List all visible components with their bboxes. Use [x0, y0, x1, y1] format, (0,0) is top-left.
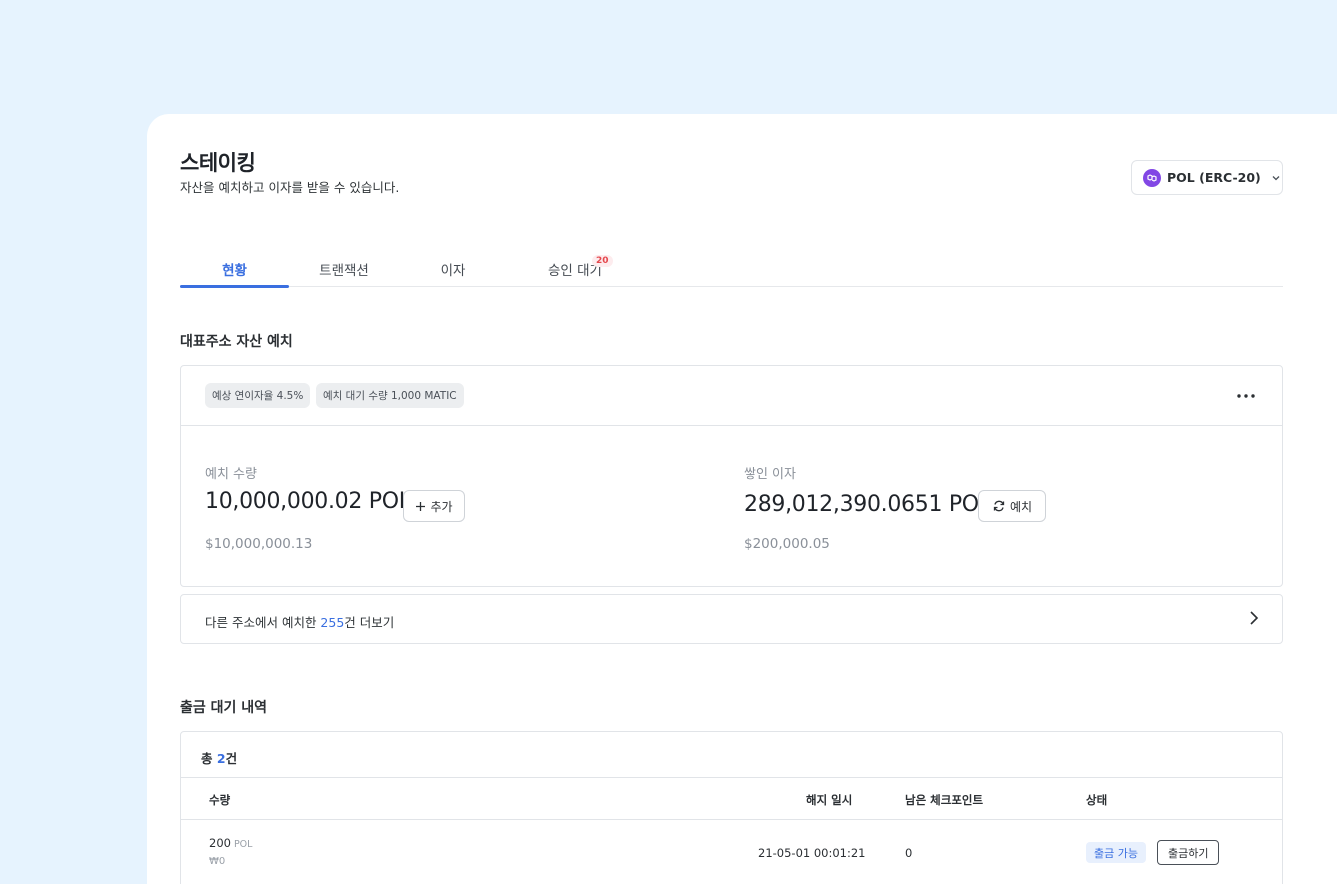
table-header: 수량 해지 일시 남은 체크포인트 상태 — [181, 777, 1282, 820]
tab-overview[interactable]: 현황 — [180, 252, 289, 288]
staking-panel: 스테이킹 자산을 예치하고 이자를 받을 수 있습니다. POL (ERC-20… — [147, 114, 1337, 884]
token-select-label: POL (ERC-20) — [1167, 170, 1261, 185]
withdraw-total: 총 2건 — [201, 751, 238, 766]
row-date: 21-05-01 00:01:21 — [758, 846, 866, 860]
deposit-card: 예상 연이자율 4.5% 예치 대기 수량 1,000 MATIC 예치 수량 … — [180, 365, 1283, 587]
column-status: 상태 — [1086, 793, 1108, 807]
chevron-down-icon — [1271, 173, 1281, 183]
tab-pending-approval[interactable]: 승인 대기 20 — [530, 252, 620, 287]
page-title: 스테이킹 — [180, 151, 256, 175]
column-remaining-checkpoints: 남은 체크포인트 — [905, 793, 984, 807]
deposit-card-header: 예상 연이자율 4.5% 예치 대기 수량 1,000 MATIC — [181, 366, 1282, 426]
pending-deposit-chip: 예치 대기 수량 1,000 MATIC — [316, 383, 464, 408]
interest-label: 쌓인 이자 — [744, 467, 796, 482]
row-amount: 200 POL — [209, 836, 253, 850]
tab-transactions[interactable]: 트랜잭션 — [299, 252, 389, 287]
refresh-icon — [993, 500, 1005, 512]
count-badge: 20 — [592, 255, 613, 267]
table-row: 200 POL ₩0 21-05-01 00:01:21 0 출금 가능 출금하기 — [181, 820, 1282, 884]
chevron-right-icon — [1248, 610, 1260, 630]
other-address-text: 다른 주소에서 예치한 255건 더보기 — [205, 615, 395, 630]
tab-bar: 현황 트랜잭션 이자 승인 대기 20 — [180, 252, 1283, 288]
other-address-deposits-link[interactable]: 다른 주소에서 예치한 255건 더보기 — [180, 594, 1283, 644]
token-select[interactable]: POL (ERC-20) — [1131, 160, 1283, 195]
page-subtitle: 자산을 예치하고 이자를 받을 수 있습니다. — [180, 180, 400, 195]
redeposit-button[interactable]: 예치 — [978, 490, 1046, 522]
deposit-amount-usd: $10,000,000.13 — [205, 536, 313, 552]
plus-icon — [416, 501, 426, 511]
status-badge: 출금 가능 — [1086, 842, 1146, 863]
row-krw: ₩0 — [209, 856, 226, 867]
withdraw-button[interactable]: 출금하기 — [1157, 840, 1220, 865]
interest-usd: $200,000.05 — [744, 536, 830, 552]
interest-value: 289,012,390.0651 POL — [744, 492, 991, 517]
deposit-amount-value: 10,000,000.02 POL — [205, 489, 411, 514]
more-options-icon[interactable] — [1234, 386, 1258, 406]
withdraw-section-title: 출금 대기 내역 — [180, 700, 268, 716]
redeposit-button-label: 예치 — [1009, 499, 1033, 514]
add-button-label: 추가 — [430, 499, 453, 514]
deposit-section-title: 대표주소 자산 예치 — [180, 334, 293, 350]
tab-interest[interactable]: 이자 — [418, 252, 488, 287]
deposit-amount-label: 예치 수량 — [205, 467, 257, 482]
withdraw-table: 총 2건 수량 해지 일시 남은 체크포인트 상태 200 POL ₩0 21-0… — [180, 731, 1283, 884]
column-cancel-date: 해지 일시 — [806, 793, 853, 807]
column-amount: 수량 — [209, 793, 231, 807]
row-checkpoints: 0 — [905, 846, 913, 860]
polygon-icon — [1143, 168, 1161, 187]
add-button[interactable]: 추가 — [403, 490, 465, 522]
apr-chip: 예상 연이자율 4.5% — [205, 383, 311, 408]
